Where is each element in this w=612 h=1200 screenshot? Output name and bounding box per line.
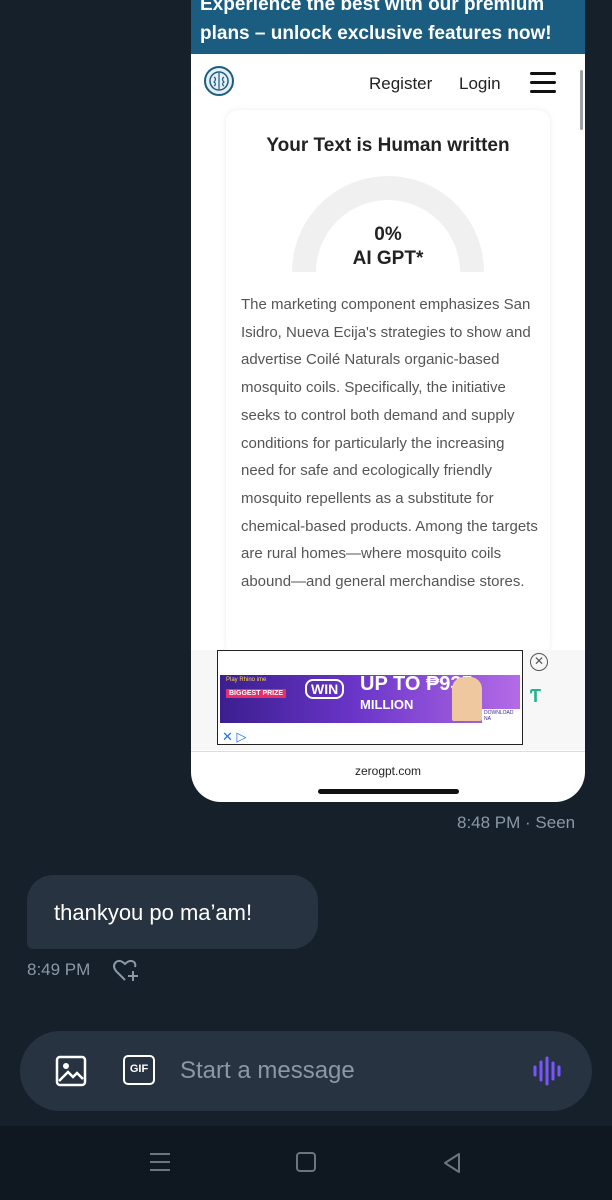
shared-screenshot-image[interactable]: Experience the best with our premium pla… <box>191 0 585 802</box>
android-nav-bar <box>0 1126 612 1200</box>
gif-button[interactable]: GIF <box>123 1055 155 1085</box>
voice-waveform-icon[interactable] <box>532 1055 564 1087</box>
ad-banner-image: Play Rhino ime BIGGEST PRIZE WIN UP TO ₱… <box>220 673 520 723</box>
message-composer: GIF <box>20 1031 592 1111</box>
ad-frame: Play Rhino ime BIGGEST PRIZE WIN UP TO ₱… <box>217 650 523 745</box>
result-card: Your Text is Human written 0% AI GPT* Th… <box>226 110 550 655</box>
gauge-label: AI GPT* <box>352 248 424 269</box>
browser-divider <box>191 751 585 752</box>
login-link: Login <box>459 74 501 93</box>
ad-tiny-text: Play Rhino ime <box>226 677 267 683</box>
ad-area: Play Rhino ime BIGGEST PRIZE WIN UP TO ₱… <box>191 650 585 750</box>
hamburger-menu-icon <box>530 72 556 94</box>
ad-badge: BIGGEST PRIZE <box>226 689 287 698</box>
ad-choices-icon: ✕ ▷ <box>222 729 247 744</box>
home-icon[interactable] <box>296 1152 316 1172</box>
ad-prize-unit: MILLION <box>360 697 414 712</box>
register-link: Register <box>369 74 433 93</box>
image-icon[interactable] <box>55 1055 87 1087</box>
sent-message-status: 8:48 PM · Seen <box>457 813 576 832</box>
banner-line-2: plans – unlock exclusive features now! <box>200 23 552 44</box>
ad-cta: DOWNLOAD NA <box>482 709 520 723</box>
received-message-text: thankyou po ma’am! <box>54 900 253 925</box>
ad-headline: WIN <box>305 679 345 699</box>
brain-logo-icon <box>204 66 234 96</box>
close-circle-icon: ✕ <box>530 653 548 671</box>
heart-plus-icon[interactable] <box>112 958 140 984</box>
received-message-bubble[interactable]: thankyou po ma’am! <box>27 875 318 949</box>
ad-provider-icon: Ƭ <box>530 686 541 706</box>
result-title: Your Text is Human written <box>266 135 510 156</box>
premium-banner: Experience the best with our premium pla… <box>191 0 585 54</box>
received-message-time: 8:49 PM <box>27 960 91 979</box>
analyzed-text: The marketing component emphasizes San I… <box>241 296 538 591</box>
browser-url: zerogpt.com <box>354 764 422 778</box>
gauge-value: 0% <box>374 224 402 245</box>
page-scrollbar <box>580 70 583 130</box>
message-input[interactable] <box>180 1053 510 1089</box>
back-icon[interactable] <box>441 1152 463 1174</box>
banner-line-1: Experience the best with our premium <box>200 0 545 15</box>
home-indicator <box>318 789 459 794</box>
recent-apps-icon[interactable] <box>150 1153 170 1177</box>
ad-person-image <box>452 677 482 721</box>
